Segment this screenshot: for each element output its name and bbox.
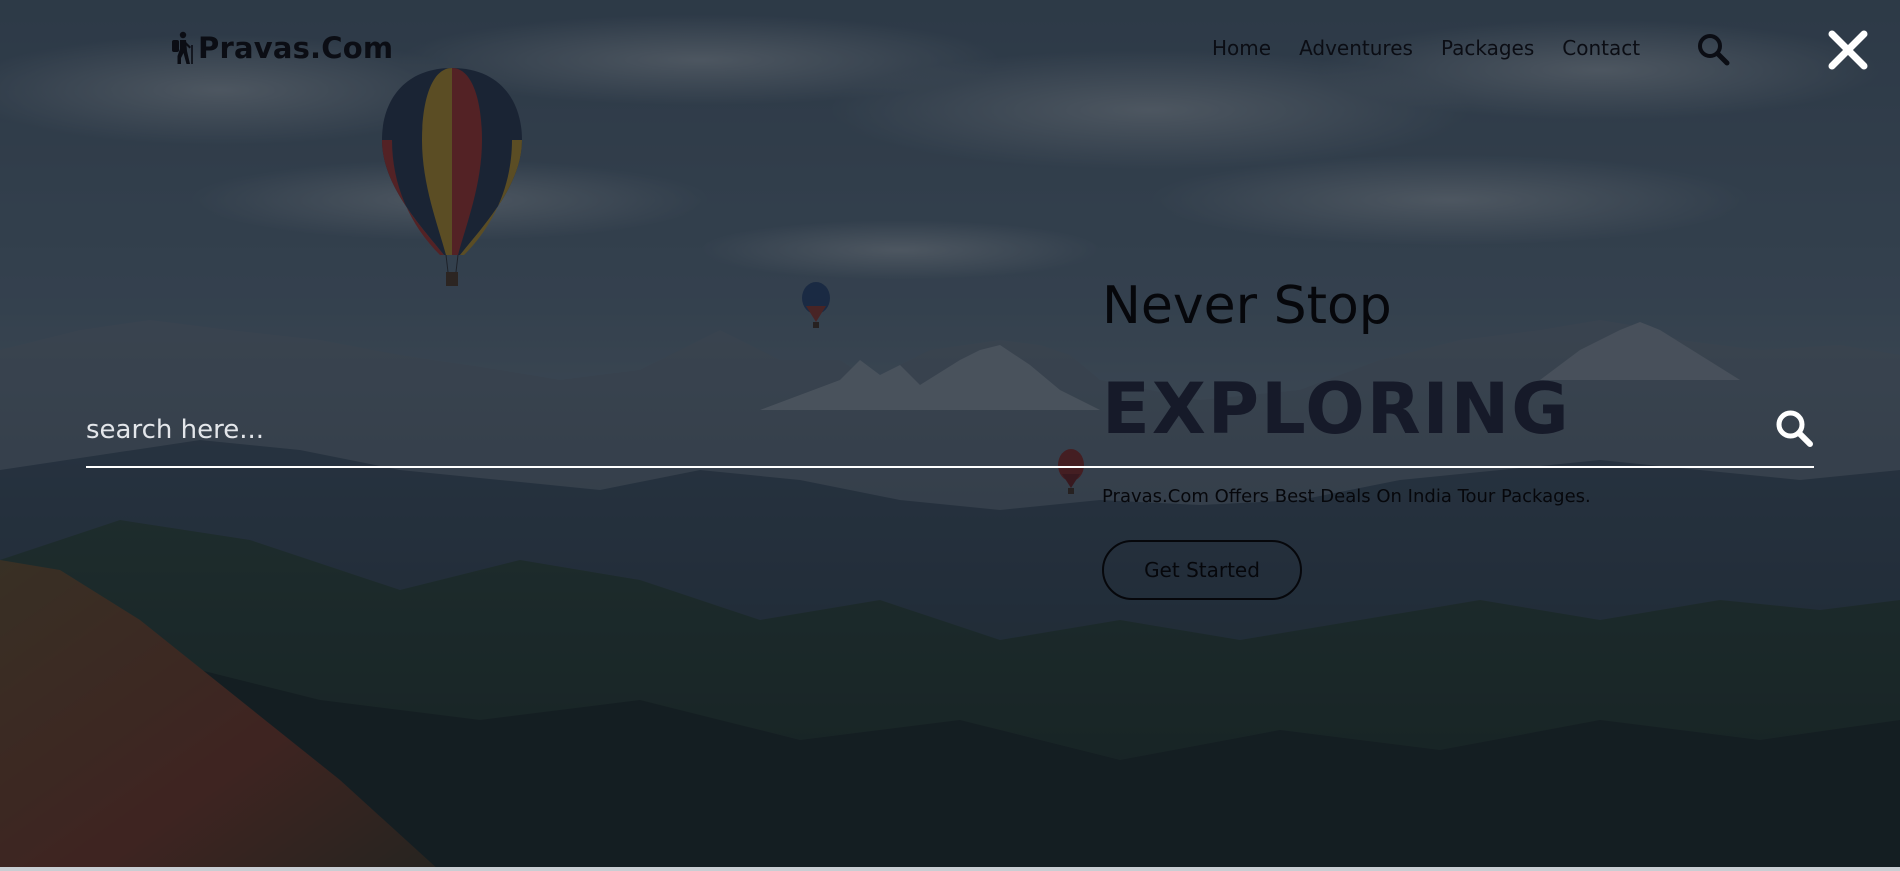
nav-link-packages[interactable]: Packages	[1441, 33, 1534, 63]
page-bottom-divider	[0, 867, 1900, 871]
search-form	[86, 394, 1814, 468]
close-icon[interactable]	[1826, 28, 1870, 72]
hiker-icon	[172, 31, 193, 64]
hero-description: Pravas.Com Offers Best Deals On India To…	[1102, 486, 1591, 507]
hero-subtitle: Never Stop	[1102, 276, 1392, 336]
nav-menu: Home Adventures Packages Contact	[1212, 33, 1640, 63]
nav-link-home[interactable]: Home	[1212, 33, 1271, 63]
search-icon[interactable]	[1696, 32, 1730, 66]
nav-link-adventures[interactable]: Adventures	[1299, 33, 1413, 63]
search-input[interactable]	[86, 404, 1726, 456]
search-submit-icon[interactable]	[1774, 408, 1814, 448]
get-started-button[interactable]: Get Started	[1102, 540, 1302, 600]
logo-link[interactable]: Pravas.Com	[170, 28, 393, 68]
hero-section: Never Stop EXPLORING Pravas.Com Offers B…	[1102, 270, 1802, 600]
brand-name: Pravas.Com	[198, 31, 394, 65]
page: Pravas.Com Home Adventures Packages Cont…	[0, 0, 1900, 871]
navbar: Pravas.Com Home Adventures Packages Cont…	[0, 0, 1900, 98]
nav-link-contact[interactable]: Contact	[1562, 33, 1640, 63]
